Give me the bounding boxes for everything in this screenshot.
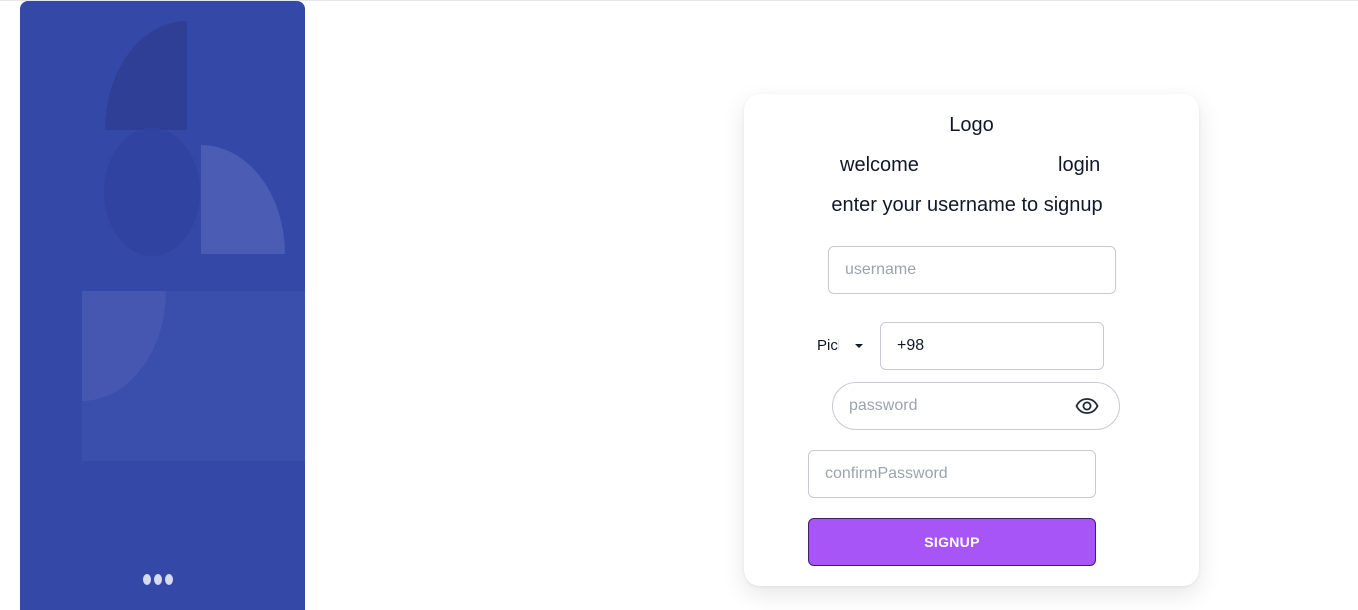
chevron-down-icon <box>855 344 863 348</box>
country-picker[interactable]: Pick <box>817 337 865 355</box>
password-field[interactable] <box>832 382 1120 430</box>
carousel-dot[interactable] <box>154 574 162 585</box>
signup-button[interactable]: SIGNUP <box>808 518 1096 566</box>
country-picker-label: Pick <box>817 337 839 354</box>
signup-subtitle: enter your username to signup <box>831 194 1103 216</box>
abstract-illustration <box>82 21 305 461</box>
carousel-dot[interactable] <box>143 574 151 585</box>
username-input[interactable] <box>828 246 1116 294</box>
hero-panel <box>20 1 305 610</box>
login-link[interactable]: login <box>1058 154 1100 177</box>
password-input[interactable] <box>833 383 1095 429</box>
carousel-dot[interactable] <box>165 574 173 585</box>
carousel-dots <box>143 574 173 585</box>
signup-card: Logo welcome login enter your username t… <box>744 94 1199 586</box>
confirm-password-input[interactable] <box>808 450 1096 498</box>
phone-input[interactable] <box>880 322 1104 370</box>
welcome-heading: welcome <box>840 154 919 176</box>
logo: Logo <box>949 114 994 136</box>
eye-icon[interactable] <box>1075 394 1099 418</box>
